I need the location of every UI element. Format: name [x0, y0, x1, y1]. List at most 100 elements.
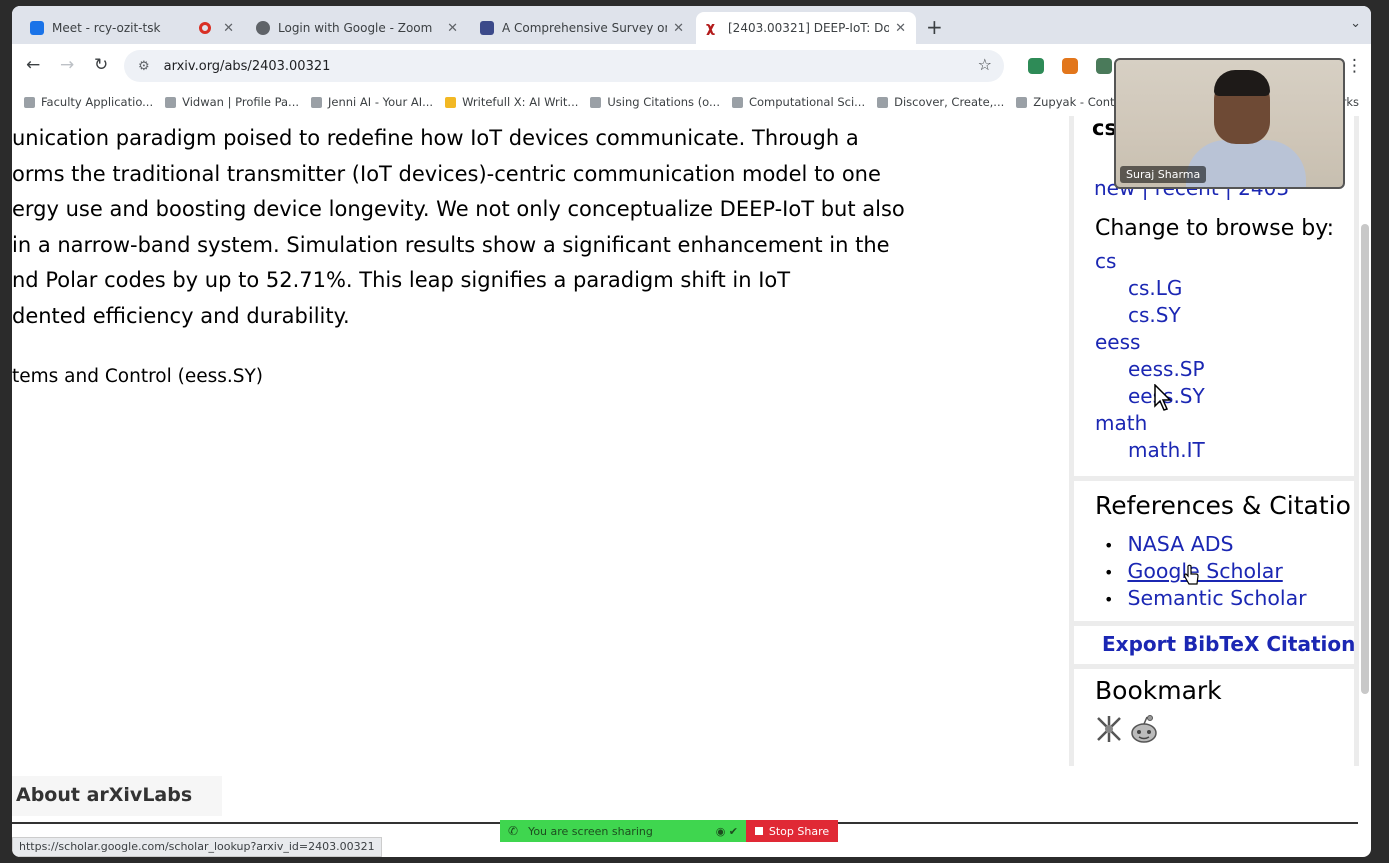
bookmark-item[interactable]: Faculty Applicatio...: [24, 95, 153, 109]
recording-icon: [199, 22, 212, 34]
tab-survey[interactable]: A Comprehensive Survey on ✕: [470, 12, 694, 44]
abstract-text: unication paradigm poised to redefine ho…: [12, 121, 1062, 334]
bookmark-favicon-icon: [24, 96, 35, 108]
category-link[interactable]: math: [1095, 411, 1147, 435]
bookmark-icons: [1094, 714, 1160, 746]
bookmark-item[interactable]: Vidwan | Profile Pa...: [165, 95, 299, 109]
bookmark-favicon-icon: [731, 96, 743, 108]
bookmark-favicon-icon: [165, 96, 177, 108]
references-title: References & Citatio: [1095, 491, 1351, 520]
bookmark-favicon-icon: [877, 96, 889, 108]
mouse-cursor-icon: [1154, 384, 1172, 411]
category-link[interactable]: cs.SY: [1128, 303, 1181, 327]
stop-share-button[interactable]: Stop Share: [746, 820, 838, 842]
bookmark-label: Zupyak - Conte: [1033, 95, 1122, 109]
bookmark-item[interactable]: rks: [1342, 95, 1371, 109]
tab-meet[interactable]: Meet - rcy-ozit-tsk ✕: [20, 12, 244, 44]
bookmark-favicon-icon: [590, 96, 602, 108]
url-text: arxiv.org/abs/2403.00321: [163, 58, 331, 74]
abstract-line: orms the traditional transmitter (IoT de…: [12, 161, 881, 186]
ref-link[interactable]: Semantic Scholar: [1127, 586, 1306, 610]
bibsonomy-icon[interactable]: [1094, 714, 1124, 744]
bookmark-label: Discover, Create,...: [894, 95, 1005, 109]
screen-share-bar: ✆ You are screen sharing ◉ ✔ Stop Share: [500, 820, 838, 842]
stop-share-label: Stop Share: [768, 824, 830, 838]
tab-title: Login with Google - Zoom: [278, 21, 433, 35]
divider: [1074, 664, 1354, 669]
participant-name: Suraj Sharma: [1120, 166, 1207, 183]
forward-icon[interactable]: →: [60, 55, 74, 75]
address-bar[interactable]: ⚙ arxiv.org/abs/2403.00321 ☆: [124, 50, 1004, 82]
participant-figure: [1214, 70, 1270, 96]
back-icon[interactable]: ←: [26, 55, 40, 75]
status-bar-url: https://scholar.google.com/scholar_looku…: [12, 837, 382, 857]
category-link[interactable]: eess.SP: [1128, 357, 1205, 381]
extension-icon[interactable]: [1028, 58, 1044, 74]
reload-icon[interactable]: ↻: [94, 55, 108, 75]
subjects-text: tems and Control (eess.SY): [12, 366, 264, 387]
close-tab-icon[interactable]: ✕: [895, 21, 906, 36]
close-tab-icon[interactable]: ✕: [223, 21, 234, 36]
phone-icon: ✆: [508, 824, 519, 838]
category-link[interactable]: math.IT: [1128, 438, 1205, 462]
arxiv-icon: χ: [706, 20, 716, 36]
bookmark-favicon-icon: [445, 96, 457, 108]
hand-cursor-icon: [1184, 564, 1199, 585]
ref-link[interactable]: Google Scholar: [1127, 559, 1282, 583]
tab-arxiv[interactable]: χ [2403.00321] DEEP-IoT: Dow ✕: [696, 12, 916, 44]
bookmark-label: Vidwan | Profile Pa...: [182, 95, 300, 109]
divider: [1074, 621, 1354, 626]
bookmark-item[interactable]: Jenni AI - Your AI...: [311, 95, 433, 109]
bookmark-title: Bookmark: [1095, 676, 1222, 705]
bookmark-item[interactable]: Discover, Create,...: [877, 95, 1004, 109]
sharing-status: ✆ You are screen sharing ◉ ✔: [500, 820, 746, 842]
site-settings-icon[interactable]: ⚙: [138, 59, 150, 74]
meet-icon: [30, 21, 44, 35]
browser-window: Meet - rcy-ozit-tsk ✕ Login with Google …: [12, 6, 1371, 857]
bookmark-item[interactable]: Zupyak - Conte: [1016, 95, 1122, 109]
reddit-icon[interactable]: [1128, 714, 1160, 746]
abstract-line: dented efficiency and durability.: [12, 303, 350, 328]
scrollbar[interactable]: [1361, 224, 1369, 694]
bookmark-item[interactable]: Writefull X: AI Writ...: [445, 95, 578, 109]
tab-title: Meet - rcy-ozit-tsk: [52, 21, 161, 35]
change-browse-label: Change to browse by:: [1095, 216, 1335, 241]
abstract-line: nd Polar codes by up to 52.71%. This lea…: [12, 268, 791, 292]
category-link[interactable]: eess: [1095, 330, 1140, 354]
chevron-down-icon[interactable]: ⌄: [1350, 16, 1361, 31]
bookmark-label: Computational Sci...: [748, 95, 866, 109]
menu-icon[interactable]: ⋮: [1346, 56, 1363, 76]
abstract-line: in a narrow-band system. Simulation resu…: [12, 232, 890, 257]
bookmark-star-icon[interactable]: ☆: [978, 55, 992, 74]
bookmark-label: Using Citations (o...: [607, 95, 720, 109]
ref-link[interactable]: NASA ADS: [1127, 532, 1233, 556]
close-tab-icon[interactable]: ✕: [447, 21, 458, 36]
new-tab-button[interactable]: +: [926, 15, 943, 39]
bookmark-item[interactable]: Computational Sci...: [731, 95, 866, 109]
tab-strip: Meet - rcy-ozit-tsk ✕ Login with Google …: [12, 6, 1371, 44]
category-link[interactable]: cs.LG: [1128, 276, 1182, 300]
video-thumbnail[interactable]: Suraj Sharma: [1114, 58, 1345, 189]
tab-title: A Comprehensive Survey on: [502, 21, 668, 35]
bookmark-favicon-icon: [1016, 96, 1028, 108]
metamask-icon[interactable]: [1062, 58, 1078, 74]
tab-zoom[interactable]: Login with Google - Zoom ✕: [246, 12, 468, 44]
close-tab-icon[interactable]: ✕: [673, 21, 684, 36]
bookmark-item[interactable]: Using Citations (o...: [590, 95, 720, 109]
sharing-status-text: You are screen sharing: [528, 824, 653, 838]
abstract-line: ergy use and boosting device longevity. …: [12, 197, 905, 221]
ref-item-nasa-ads[interactable]: • NASA ADS: [1104, 532, 1234, 556]
category-link[interactable]: cs: [1095, 249, 1116, 273]
sidebar: cs new | recent | 2403 Change to browse …: [1069, 116, 1359, 766]
globe-icon: [256, 21, 270, 35]
doc-icon: [480, 21, 494, 35]
page-content: unication paradigm poised to redefine ho…: [12, 116, 1362, 834]
shield-icon: ◉ ✔: [715, 824, 738, 838]
bookmark-label: Faculty Applicatio...: [41, 95, 154, 109]
abstract-line: unication paradigm poised to redefine ho…: [12, 126, 859, 150]
extension-icon[interactable]: [1096, 58, 1112, 74]
ref-item-semantic-scholar[interactable]: • Semantic Scholar: [1104, 586, 1307, 610]
bookmark-favicon-icon: [311, 96, 323, 108]
export-bibtex-link[interactable]: Export BibTeX Citation: [1102, 632, 1355, 656]
bookmark-label: Jenni AI - Your AI...: [328, 95, 434, 109]
